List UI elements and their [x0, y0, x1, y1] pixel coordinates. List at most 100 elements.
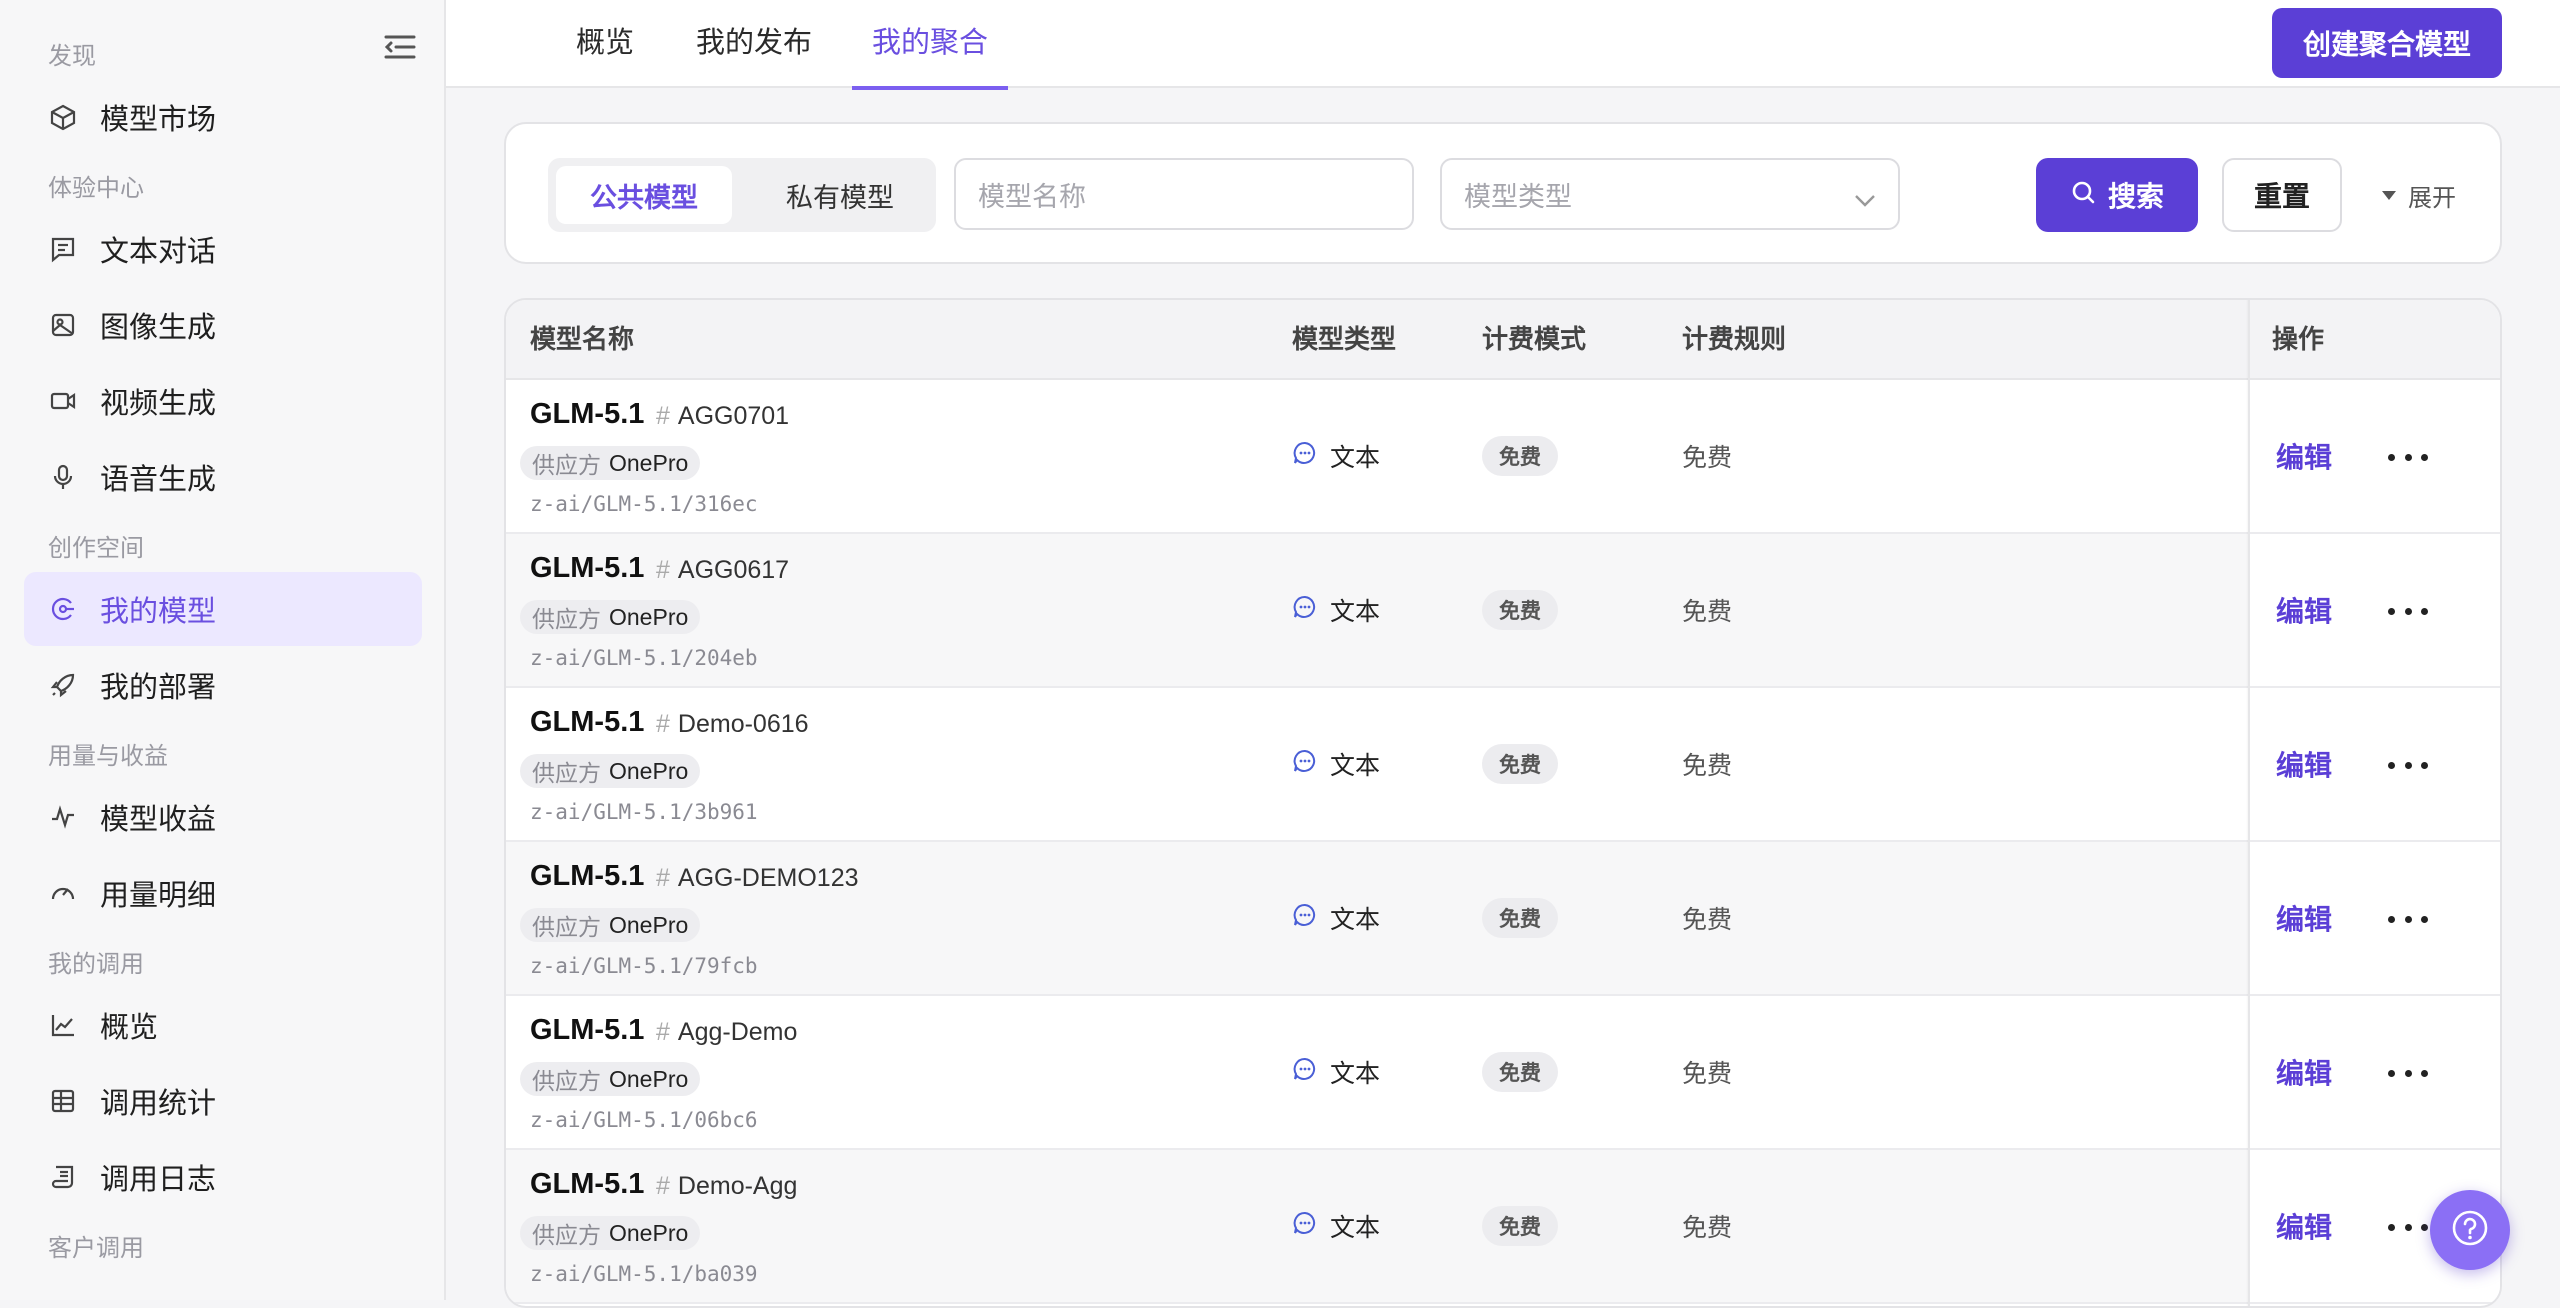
edit-link[interactable]: 编辑: [2276, 1206, 2332, 1246]
expand-label: 展开: [2408, 184, 2456, 212]
provider-label: 供应方: [532, 914, 601, 940]
mic-icon: [48, 462, 78, 492]
hash-icon: #: [656, 556, 670, 584]
actions-column-divider: [2248, 300, 2250, 1306]
edit-link[interactable]: 编辑: [2276, 898, 2332, 938]
sidebar-item-overview[interactable]: 概览: [24, 988, 422, 1062]
sidebar-section-my-calls: 我的调用: [48, 951, 144, 978]
model-type: 文本: [1292, 746, 1380, 782]
column-header-billing-mode: 计费模式: [1482, 324, 1587, 354]
column-header-name: 模型名称: [530, 324, 635, 354]
sidebar-item-image-gen[interactable]: 图像生成: [24, 288, 422, 362]
model-path: z-ai/GLM-5.1/79fcb: [530, 954, 758, 978]
sidebar-item-label: 调用统计: [100, 1088, 217, 1120]
table-row: GLM-5.1 # Agg-Demo 供应方 OnePro z-ai/GLM-5.1/06…: [506, 996, 2500, 1150]
search-icon: [2070, 179, 2108, 212]
hash-icon: #: [656, 1172, 670, 1200]
model-code: # Demo-Agg: [656, 1172, 797, 1201]
log-icon: [48, 1162, 78, 1192]
model-type: 文本: [1292, 438, 1380, 474]
sidebar-item-my-models[interactable]: 我的模型: [24, 572, 422, 646]
edit-link[interactable]: 编辑: [2276, 590, 2332, 630]
more-actions-icon[interactable]: [2388, 1058, 2428, 1088]
sidebar-item-label: 模型市场: [100, 104, 217, 136]
sidebar-item-voice-gen[interactable]: 语音生成: [24, 440, 422, 514]
aggregate-models-table: 模型名称 模型类型 计费模式 计费规则 操作 GLM-5.1 # AGG0701 供应…: [504, 298, 2502, 1308]
edit-link[interactable]: 编辑: [2276, 436, 2332, 476]
search-button-label: 搜索: [2107, 181, 2164, 212]
billing-mode-badge: 免费: [1482, 436, 1558, 476]
provider-name: OnePro: [609, 1065, 689, 1092]
search-button[interactable]: 搜索: [2036, 158, 2198, 232]
caret-down-icon: [2382, 190, 2396, 200]
sidebar-item-usage-detail[interactable]: 用量明细: [24, 856, 422, 930]
tab-my-publish[interactable]: 我的发布: [696, 0, 812, 88]
chevron-down-icon: [1854, 184, 1876, 215]
sidebar-item-my-deploy[interactable]: 我的部署: [24, 648, 422, 722]
model-type: 文本: [1292, 1054, 1380, 1090]
provider-tag: 供应方 OnePro: [520, 908, 701, 942]
provider-label: 供应方: [532, 1068, 601, 1094]
sidebar-collapse-icon[interactable]: [382, 32, 418, 62]
gauge-icon: [48, 878, 78, 908]
sidebar-item-label: 我的模型: [100, 596, 217, 628]
sidebar-item-call-log[interactable]: 调用日志: [24, 1140, 422, 1214]
sidebar-item-text-chat[interactable]: 文本对话: [24, 212, 422, 286]
model-icon: [48, 594, 78, 624]
chat-icon: [48, 234, 78, 264]
column-header-actions: 操作: [2272, 324, 2325, 354]
model-name-input[interactable]: 模型名称: [954, 158, 1414, 230]
edit-link[interactable]: 编辑: [2276, 1052, 2332, 1092]
table-row: GLM-5.1 # AGG0701 供应方 OnePro z-ai/GLM-5.1/316…: [506, 380, 2500, 534]
more-actions-icon[interactable]: [2388, 750, 2428, 780]
model-code-text: AGG-DEMO123: [677, 864, 859, 892]
expand-filters-button[interactable]: 展开: [2382, 158, 2456, 232]
filter-panel: 公共模型 私有模型 模型名称 模型类型 搜索 重置 展开: [504, 122, 2502, 264]
table-row: GLM-5.1 # AGG0617 供应方 OnePro z-ai/GLM-5.1/204…: [506, 534, 2500, 688]
chat-bubble-icon: [1292, 1056, 1330, 1089]
cube-icon: [48, 102, 78, 132]
table-header: 模型名称 模型类型 计费模式 计费规则 操作: [506, 300, 2500, 380]
sidebar-section-usage: 用量与收益: [48, 743, 168, 770]
sidebar-item-label: 图像生成: [100, 312, 217, 344]
help-icon: [2450, 1208, 2490, 1253]
private-models-toggle[interactable]: 私有模型: [752, 166, 928, 224]
model-path: z-ai/GLM-5.1/316ec: [530, 492, 758, 516]
model-type: 文本: [1292, 1208, 1380, 1244]
line-chart-icon: [48, 1010, 78, 1040]
billing-mode-badge: 免费: [1482, 1206, 1558, 1246]
edit-link[interactable]: 编辑: [2276, 744, 2332, 784]
billing-rule: 免费: [1682, 1060, 1733, 1088]
model-type-select[interactable]: 模型类型: [1440, 158, 1900, 230]
provider-tag: 供应方 OnePro: [520, 600, 701, 634]
model-code: # AGG0617: [656, 556, 789, 585]
model-type-text: 文本: [1330, 752, 1381, 780]
more-actions-icon[interactable]: [2388, 596, 2428, 626]
more-actions-icon[interactable]: [2388, 442, 2428, 472]
provider-tag: 供应方 OnePro: [520, 446, 701, 480]
more-actions-icon[interactable]: [2388, 904, 2428, 934]
column-header-billing-rule: 计费规则: [1682, 324, 1787, 354]
sidebar-item-model-market[interactable]: 模型市场: [24, 80, 422, 154]
model-type-text: 文本: [1330, 1214, 1381, 1242]
create-aggregate-model-button[interactable]: 创建聚合模型: [2272, 8, 2502, 78]
sidebar-item-call-stats[interactable]: 调用统计: [24, 1064, 422, 1138]
chat-bubble-icon: [1292, 594, 1330, 627]
model-name: GLM-5.1: [530, 860, 645, 892]
help-button[interactable]: [2430, 1190, 2510, 1270]
model-code-text: Demo-Agg: [677, 1172, 798, 1200]
public-models-toggle[interactable]: 公共模型: [556, 166, 732, 224]
more-actions-icon[interactable]: [2388, 1212, 2428, 1242]
sidebar-item-video-gen[interactable]: 视频生成: [24, 364, 422, 438]
model-type-text: 文本: [1330, 444, 1381, 472]
billing-rule: 免费: [1682, 444, 1733, 472]
image-icon: [48, 310, 78, 340]
reset-button[interactable]: 重置: [2222, 158, 2342, 232]
billing-rule: 免费: [1682, 752, 1733, 780]
chat-bubble-icon: [1292, 440, 1330, 473]
hash-icon: #: [656, 710, 670, 738]
tab-my-aggregation[interactable]: 我的聚合: [851, 0, 1009, 90]
tab-overview[interactable]: 概览: [576, 0, 634, 88]
provider-label: 供应方: [532, 452, 601, 478]
sidebar-item-model-revenue[interactable]: 模型收益: [24, 780, 422, 854]
